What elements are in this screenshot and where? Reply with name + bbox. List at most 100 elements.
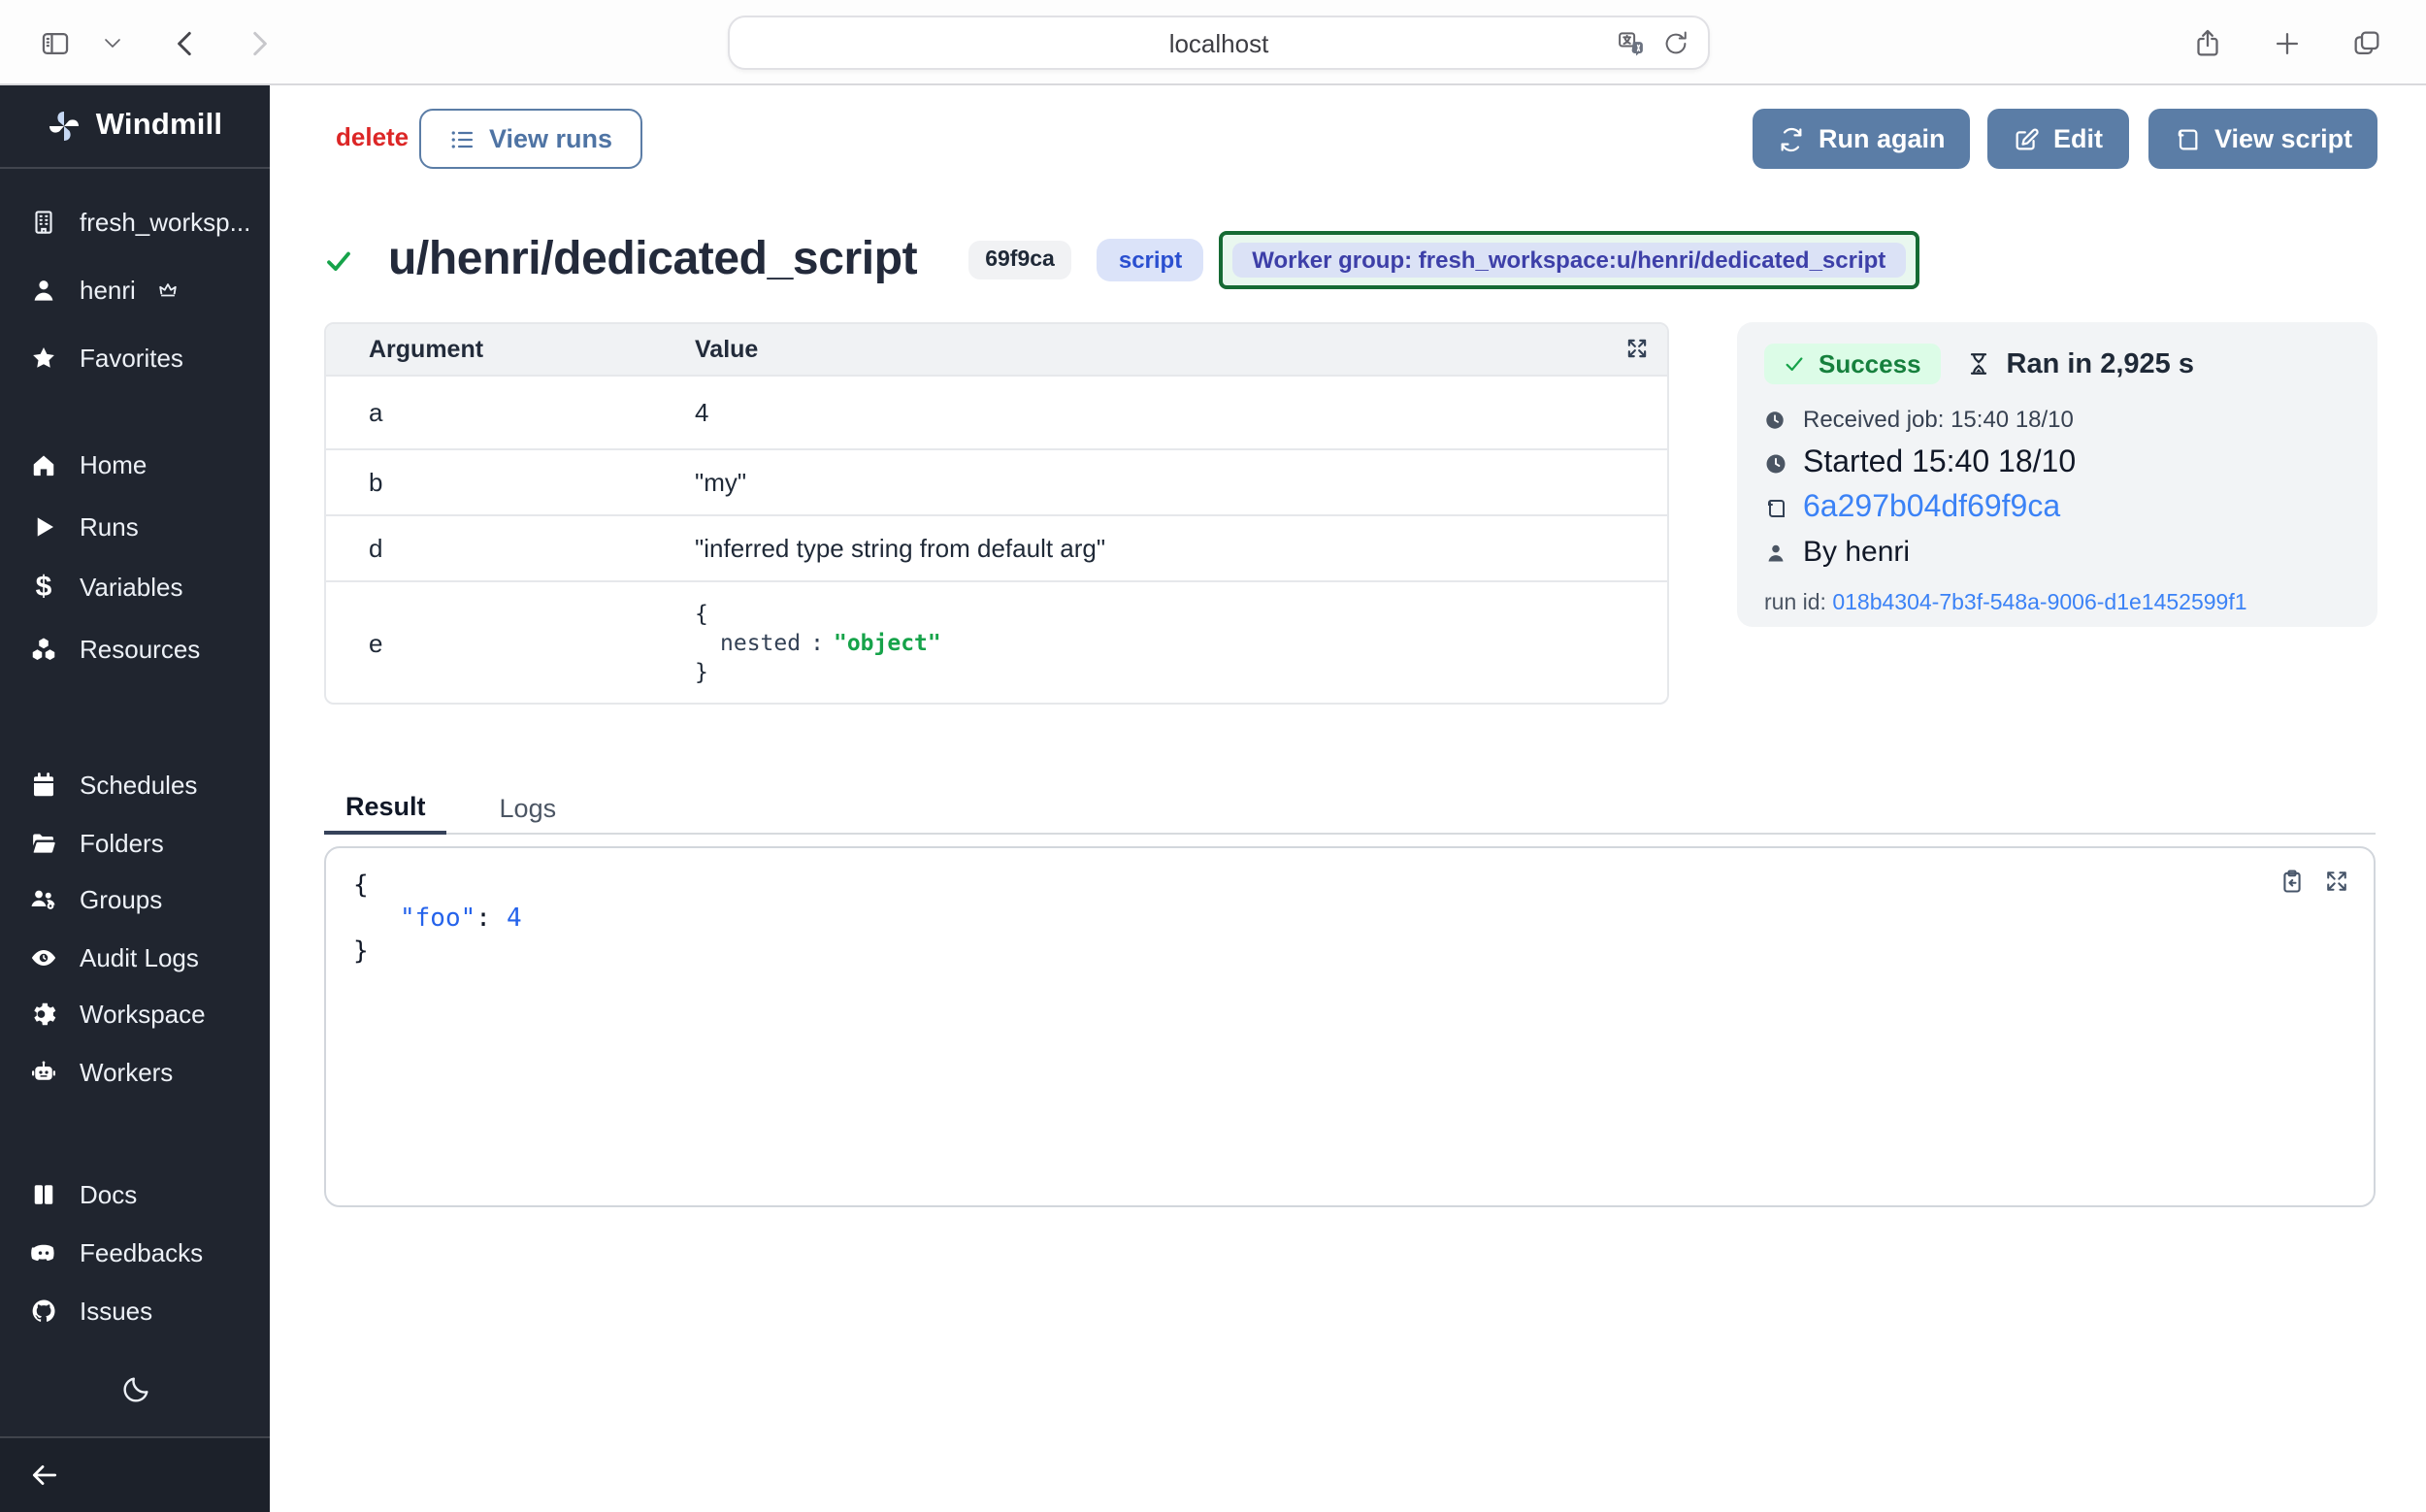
user-icon: [1764, 541, 1787, 564]
sidebar-item-workspace-switcher[interactable]: fresh_worksp...: [0, 188, 270, 256]
table-row: a 4: [326, 375, 1667, 448]
column-argument: Argument: [326, 336, 695, 363]
sidebar-item-workers[interactable]: Workers: [0, 1043, 270, 1101]
table-header: Argument Value: [326, 324, 1667, 375]
list-icon: [448, 125, 475, 152]
view-script-button[interactable]: View script: [2148, 109, 2377, 169]
kind-badge: script: [1098, 239, 1203, 281]
run-duration: Ran in 2,925 s: [1966, 348, 2194, 379]
sidebar-item-label: Resources: [80, 635, 200, 664]
clock-icon: [1764, 452, 1787, 476]
delete-button[interactable]: delete: [336, 122, 409, 151]
windmill-logo[interactable]: Windmill: [0, 85, 270, 169]
arrow-left-icon: [29, 1460, 60, 1491]
copy-result-button[interactable]: [2278, 868, 2306, 895]
success-check-icon: [324, 246, 353, 275]
worker-group-badge: Worker group: fresh_workspace:u/henri/de…: [1219, 231, 1918, 289]
tab-logs[interactable]: Logs: [478, 782, 578, 835]
sidebar-item-label: Audit Logs: [80, 943, 199, 972]
back-button[interactable]: [169, 26, 202, 59]
book-icon: [29, 1179, 58, 1208]
run-again-button[interactable]: Run again: [1753, 109, 1971, 169]
main-content: delete View runs Run again Edit View scr…: [270, 85, 2426, 1512]
sidebar-item-label: Variables: [80, 574, 182, 603]
sidebar-item-workspace-settings[interactable]: Workspace: [0, 986, 270, 1043]
sidebar-item-home[interactable]: Home: [0, 435, 270, 496]
sidebar-item-folders[interactable]: Folders: [0, 814, 270, 871]
hourglass-icon: [1966, 351, 1991, 377]
check-icon: [1784, 353, 1805, 375]
calendar-icon: [29, 772, 58, 801]
home-icon: [29, 451, 58, 480]
cubes-icon: [29, 635, 58, 664]
edit-button[interactable]: Edit: [1987, 109, 2128, 169]
browser-chrome: localhost: [0, 0, 2426, 85]
sidebar-item-label: Workers: [80, 1058, 173, 1087]
sidebar-item-docs[interactable]: Docs: [0, 1165, 270, 1223]
windmill-logo-text: Windmill: [96, 109, 223, 144]
sidebar-footer: [0, 1436, 270, 1512]
dark-mode-toggle[interactable]: [119, 1374, 150, 1405]
result-viewer: { "foo":4 }: [324, 846, 2376, 1207]
sidebar-item-feedbacks[interactable]: Feedbacks: [0, 1223, 270, 1281]
app-window: localhost: [0, 0, 2426, 1512]
expand-icon: [1624, 336, 1650, 361]
started-row: Started 15:40 18/10: [1764, 446, 2350, 481]
hash-badge: 69f9ca: [967, 241, 1072, 279]
play-icon: [29, 512, 58, 542]
sidebar-item-label: Schedules: [80, 772, 197, 801]
url-text: localhost: [1169, 28, 1269, 57]
run-info-panel: Success Ran in 2,925 s Received job: 15:…: [1737, 322, 2377, 627]
chevron-down-icon[interactable]: [101, 31, 124, 54]
expand-icon: [2323, 868, 2350, 895]
arguments-table: Argument Value a 4 b "my" d "inferred ty…: [324, 322, 1669, 705]
sidebar-item-label: Issues: [80, 1296, 152, 1325]
moon-icon: [119, 1374, 150, 1405]
collapse-sidebar-button[interactable]: [29, 1460, 60, 1491]
refresh-icon: [1778, 125, 1805, 152]
sidebar-item-label: fresh_worksp...: [80, 208, 250, 237]
sidebar: Windmill fresh_worksp... henri Favorites…: [0, 85, 270, 1512]
sidebar-item-label: Groups: [80, 886, 162, 915]
sidebar-item-schedules[interactable]: Schedules: [0, 757, 270, 814]
sidebar-item-user[interactable]: henri: [0, 256, 270, 324]
url-bar[interactable]: localhost: [728, 16, 1710, 70]
by-row: By henri: [1764, 536, 2350, 569]
table-row: b "my": [326, 448, 1667, 514]
status-badge: Success: [1764, 344, 1941, 384]
discord-icon: [29, 1237, 58, 1266]
dollar-icon: $: [29, 574, 58, 603]
translate-icon[interactable]: [1617, 28, 1646, 57]
share-icon[interactable]: [2191, 26, 2224, 59]
script-title-row: u/henri/dedicated_script 69f9ca script W…: [324, 225, 1918, 295]
sidebar-item-audit-logs[interactable]: Audit Logs: [0, 929, 270, 986]
sidebar-item-label: Docs: [80, 1179, 137, 1208]
tab-result[interactable]: Result: [324, 782, 447, 835]
sidebar-item-label: Folders: [80, 829, 164, 858]
sidebar-item-label: henri: [80, 276, 136, 305]
reload-icon[interactable]: [1661, 28, 1690, 57]
sidebar-item-issues[interactable]: Issues: [0, 1281, 270, 1339]
forward-button[interactable]: [243, 26, 276, 59]
sidebar-item-label: Feedbacks: [80, 1237, 203, 1266]
object-value: { nested:"object" }: [695, 599, 941, 686]
sidebar-item-groups[interactable]: Groups: [0, 871, 270, 929]
new-tab-icon[interactable]: [2271, 26, 2304, 59]
expand-table-button[interactable]: [1624, 336, 1650, 361]
sidebar-toggle-icon[interactable]: [39, 26, 72, 59]
expand-result-button[interactable]: [2323, 868, 2350, 895]
user-group-gear-icon: [29, 886, 58, 915]
windmill-logo-icon: [48, 109, 82, 144]
job-id-link[interactable]: 6a297b04df69f9ca: [1803, 491, 2060, 526]
run-id-link[interactable]: 018b4304-7b3f-548a-9006-d1e1452599f1: [1832, 592, 2246, 615]
view-runs-button[interactable]: View runs: [419, 109, 641, 169]
sidebar-item-favorites[interactable]: Favorites: [0, 324, 270, 392]
building-icon: [29, 208, 58, 237]
tab-overview-icon[interactable]: [2350, 26, 2383, 59]
eye-icon: [29, 943, 58, 972]
crown-icon: [157, 279, 179, 301]
sidebar-item-runs[interactable]: Runs: [0, 496, 270, 557]
sidebar-item-variables[interactable]: $ Variables: [0, 557, 270, 618]
clock-icon: [1764, 409, 1786, 430]
sidebar-item-resources[interactable]: Resources: [0, 618, 270, 679]
